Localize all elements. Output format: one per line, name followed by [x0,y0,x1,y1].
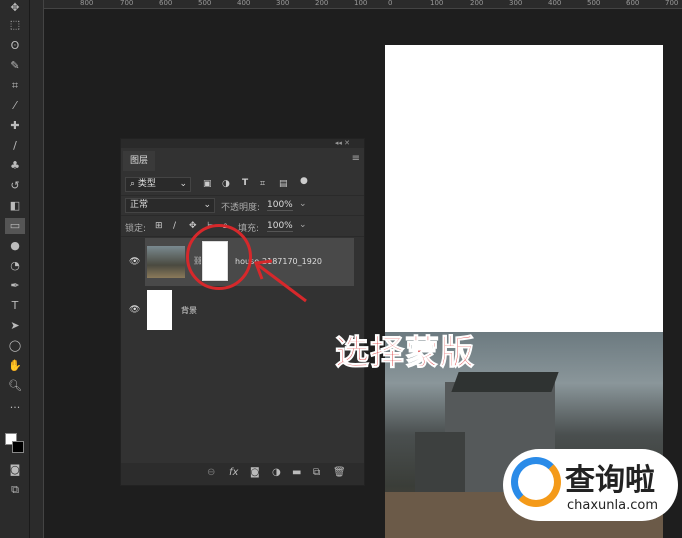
annotation-arrow [253,259,307,303]
fx-icon[interactable]: fx [229,467,238,478]
ruler-label: 600 [626,0,640,7]
lock-label: 锁定: [125,224,147,234]
ruler-label: 400 [548,0,562,7]
visibility-eye-icon[interactable]: 👁︎ [129,257,140,267]
history-brush-icon[interactable]: ↺ [5,178,25,194]
link-icon[interactable]: ⊖ [207,467,215,478]
canvas-white-area [385,45,663,332]
adjustment-icon[interactable]: ◑ [272,467,281,478]
stamp-tool-icon[interactable]: ♣ [5,158,25,174]
more-tools-icon[interactable]: ··· [5,400,25,416]
dodge-tool-icon[interactable]: ◔ [5,258,25,274]
fill-input[interactable]: 100% [267,221,293,232]
watermark-url: chaxunla.com [567,498,658,513]
ruler-label: 300 [509,0,523,7]
lock-transparency-icon[interactable]: ⊞ [155,221,163,231]
ruler-label: 100 [354,0,368,7]
trash-icon[interactable]: 🗑︎ [333,467,346,478]
lock-image-icon[interactable]: / [173,221,176,231]
panel-menu-icon[interactable]: ≡ [352,153,360,164]
brush-tool-icon[interactable]: / [5,138,25,154]
layers-panel-footer: ⊖ fx ◙ ◑ ▬ ⧉ 🗑︎ [121,463,364,485]
background-color-swatch[interactable] [12,441,24,453]
ruler-label: 600 [159,0,173,7]
type-filter-icon[interactable]: T [242,178,248,188]
blend-mode-value: 正常 [130,200,149,210]
lock-position-icon[interactable]: ✥ [189,221,197,231]
pen-tool-icon[interactable]: ✒ [5,278,25,294]
visibility-eye-icon[interactable]: 👁︎ [129,305,140,315]
pixel-filter-icon[interactable]: ▣ [203,179,212,189]
annotation-circle [186,224,252,290]
smart-object-filter-icon[interactable]: ▤ [279,179,288,189]
shape-filter-icon[interactable]: ⌗ [260,179,265,189]
adjustment-filter-icon[interactable]: ◑ [222,179,230,189]
zoom-tool-icon[interactable]: 🔍︎ [5,378,25,394]
new-layer-icon[interactable]: ⧉ [313,467,320,478]
layers-panel: ◂◂ ✕ 图层 ≡ ⌕ 类型 ⌄ ▣ ◑ T ⌗ ▤ ● 正常 ⌄ 不透明度: 10… [120,138,365,486]
eyedropper-icon[interactable]: ⁄ [5,98,25,114]
eraser-tool-icon[interactable]: ◧ [5,198,25,214]
opacity-label: 不透明度: [221,203,261,213]
quick-mask-icon[interactable]: ◙ [5,462,25,478]
watermark-logo: 查询啦 chaxunla.com [503,449,678,521]
ruler-label: 100 [430,0,444,7]
blend-mode-select[interactable]: 正常 ⌄ [125,198,215,213]
filter-value: 类型 [137,179,156,189]
ruler-label: 200 [470,0,484,7]
marquee-tool-icon[interactable]: ⬚ [5,17,25,33]
ruler-label: 500 [587,0,601,7]
layer-thumbnail [147,246,185,278]
move-tool-icon[interactable]: ✥ [5,0,25,16]
screen-mode-icon[interactable]: ⧉ [5,482,25,498]
vertical-ruler [30,0,44,538]
healing-brush-icon[interactable]: ✚ [5,118,25,134]
horizontal-ruler: 800 700 600 500 400 300 200 100 0 100 20… [44,0,682,9]
ruler-label: 500 [198,0,212,7]
ruler-label: 200 [315,0,329,7]
lasso-tool-icon[interactable]: ʘ [5,38,25,54]
opacity-input[interactable]: 100% [267,200,293,211]
folder-icon[interactable]: ▬ [292,467,301,478]
watermark-q-icon [511,457,561,507]
layer-filter-select[interactable]: ⌕ 类型 ⌄ [125,177,191,192]
ruler-label: 700 [665,0,679,7]
ruler-label: 300 [276,0,290,7]
tab-layers[interactable]: 图层 [123,151,155,171]
fill-dropdown-icon[interactable]: ⌄ [299,220,307,230]
ruler-label: 400 [237,0,251,7]
tools-panel: ✥ ⬚ ʘ ✎ ⌗ ⁄ ✚ / ♣ ↺ ◧ ▭ ● ◔ ✒ T ➤ ◯ ✋ 🔍︎… [0,0,30,538]
blur-tool-icon[interactable]: ● [5,238,25,254]
annotation-text: 选择蒙版 [335,333,475,374]
crop-tool-icon[interactable]: ⌗ [5,78,25,94]
opacity-dropdown-icon[interactable]: ⌄ [299,199,307,209]
mask-icon[interactable]: ◙ [250,467,260,478]
path-select-icon[interactable]: ➤ [5,318,25,334]
ellipse-tool-icon[interactable]: ◯ [5,338,25,354]
filter-toggle-icon[interactable]: ● [300,176,308,186]
type-tool-icon[interactable]: T [5,298,25,314]
ruler-label: 700 [120,0,134,7]
ruler-label: 0 [388,0,393,7]
house-roof [451,372,559,392]
watermark-title: 查询啦 [565,463,655,498]
gradient-tool-icon[interactable]: ▭ [5,218,25,234]
layer-thumbnail [147,290,172,330]
quick-select-icon[interactable]: ✎ [5,58,25,74]
layer-name[interactable]: 背景 [181,305,197,316]
ruler-label: 800 [80,0,94,7]
panel-collapse-icon[interactable]: ◂◂ ✕ [121,139,364,148]
hand-tool-icon[interactable]: ✋ [5,358,25,374]
